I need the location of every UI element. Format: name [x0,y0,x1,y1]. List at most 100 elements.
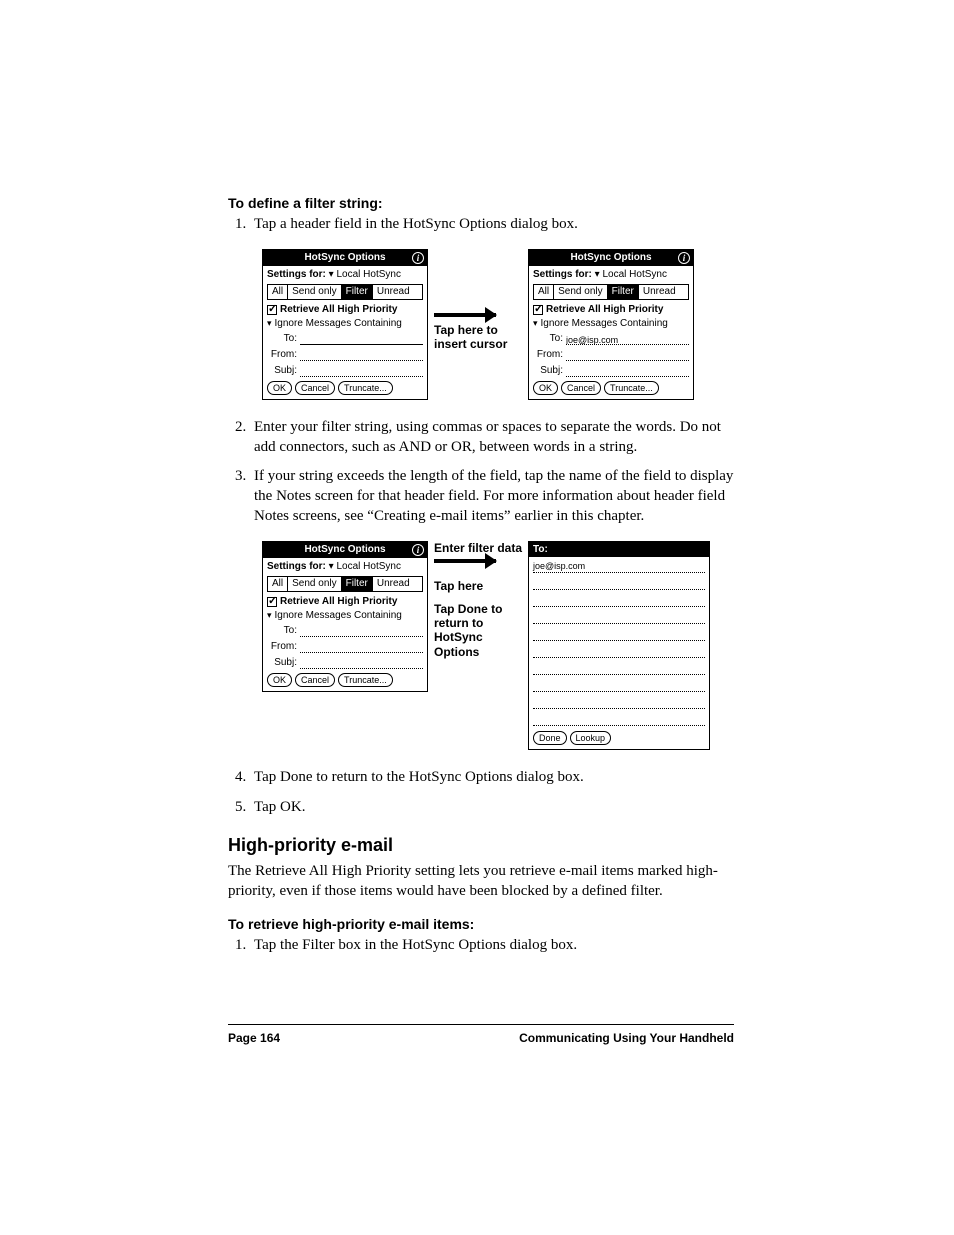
cancel-button[interactable]: Cancel [295,381,335,395]
tab-strip: All Send only Filter Unread [267,576,423,592]
info-icon[interactable]: i [412,252,424,264]
dropdown-triangle-icon[interactable]: ▾ [595,269,600,281]
cancel-button[interactable]: Cancel [295,673,335,687]
notes-line[interactable] [533,578,705,590]
section-title: Communicating Using Your Handheld [519,1031,734,1045]
palm-dialog-left: HotSync Options i Settings for: ▾ Local … [262,249,428,400]
dropdown-triangle-icon[interactable]: ▾ [329,269,334,281]
to-label[interactable]: To: [267,333,300,345]
tab-strip: All Send only Filter Unread [267,284,423,300]
tab-strip: All Send only Filter Unread [533,284,689,300]
dropdown-triangle-icon[interactable]: ▾ [329,561,334,573]
info-icon[interactable]: i [412,544,424,556]
tab-filter[interactable]: Filter [342,577,373,591]
tab-all[interactable]: All [534,285,554,299]
ok-button[interactable]: OK [533,381,558,395]
high-priority-paragraph: The Retrieve All High Priority setting l… [228,862,734,902]
retrieve-high-checkbox[interactable] [533,305,543,315]
tab-unread[interactable]: Unread [373,577,414,591]
tab-filter[interactable]: Filter [608,285,639,299]
to-label[interactable]: To: [533,333,566,345]
tab-send-only[interactable]: Send only [288,577,341,591]
from-field[interactable] [566,351,689,361]
step-2: Enter your filter string, using commas o… [250,418,734,458]
notes-line[interactable] [533,714,705,726]
dropdown-triangle-icon[interactable]: ▾ [533,318,538,329]
subj-field[interactable] [566,367,689,377]
page-number: Page 164 [228,1031,280,1045]
to-field[interactable] [300,627,423,637]
figure-1: HotSync Options i Settings for: ▾ Local … [262,249,734,400]
retrieve-high-checkbox[interactable] [267,305,277,315]
palm-dialog-right: HotSync Options i Settings for: ▾ Local … [528,249,694,400]
subj-label[interactable]: Subj: [533,365,566,377]
settings-value[interactable]: Local HotSync [336,561,400,572]
step-1: Tap a header field in the HotSync Option… [250,215,734,235]
from-label[interactable]: From: [267,349,300,361]
info-icon[interactable]: i [678,252,690,264]
notes-line[interactable] [533,646,705,658]
to-label[interactable]: To: [267,625,300,637]
to-field[interactable] [300,335,423,345]
cancel-button[interactable]: Cancel [561,381,601,395]
notes-line[interactable] [533,629,705,641]
step-5: Tap OK. [250,798,734,818]
step-4: Tap Done to return to the HotSync Option… [250,768,734,788]
callout-tap-done: Tap Done to return to HotSync Options [434,602,524,660]
page-footer: Page 164 Communicating Using Your Handhe… [228,1024,734,1045]
ignore-label[interactable]: Ignore Messages Containing [541,318,668,330]
notes-line[interactable] [533,595,705,607]
from-field[interactable] [300,351,423,361]
step-3: If your string exceeds the length of the… [250,467,734,526]
tab-send-only[interactable]: Send only [288,285,341,299]
callout-tap-here-2: Tap here [434,579,524,593]
palm-dialog-notes: HotSync Options i Settings for: ▾ Local … [262,541,428,692]
truncate-button[interactable]: Truncate... [338,673,393,687]
lookup-button[interactable]: Lookup [570,731,612,745]
notes-line[interactable] [533,663,705,675]
tab-unread[interactable]: Unread [373,285,414,299]
subj-field[interactable] [300,367,423,377]
notes-line[interactable] [533,612,705,624]
dropdown-triangle-icon[interactable]: ▾ [267,610,272,621]
retrieve-step-1: Tap the Filter box in the HotSync Option… [250,936,734,956]
done-button[interactable]: Done [533,731,567,745]
callout-enter-filter: Enter filter data [434,541,524,555]
from-label[interactable]: From: [533,349,566,361]
tab-all[interactable]: All [268,285,288,299]
tab-all[interactable]: All [268,577,288,591]
ok-button[interactable]: OK [267,673,292,687]
notes-line[interactable] [533,680,705,692]
to-field[interactable]: joe@isp.com [566,335,689,345]
palm-title: HotSync Options [570,252,651,264]
subj-label[interactable]: Subj: [267,365,300,377]
retrieve-high-label: Retrieve All High Priority [280,304,397,316]
ignore-label[interactable]: Ignore Messages Containing [275,610,402,622]
retrieve-high-checkbox[interactable] [267,597,277,607]
retrieve-high-label: Retrieve All High Priority [546,304,663,316]
settings-value[interactable]: Local HotSync [602,269,666,280]
from-field[interactable] [300,643,423,653]
notes-title: To: [529,542,709,557]
notes-panel: To: joe@isp.com Done Lookup [528,541,710,750]
subj-label[interactable]: Subj: [267,657,300,669]
from-label[interactable]: From: [267,641,300,653]
tab-send-only[interactable]: Send only [554,285,607,299]
settings-value[interactable]: Local HotSync [336,269,400,280]
ok-button[interactable]: OK [267,381,292,395]
notes-line[interactable] [533,697,705,709]
truncate-button[interactable]: Truncate... [338,381,393,395]
heading-define-filter: To define a filter string: [228,195,734,211]
ignore-label[interactable]: Ignore Messages Containing [275,318,402,330]
notes-value[interactable]: joe@isp.com [533,561,705,573]
tab-unread[interactable]: Unread [639,285,680,299]
palm-title: HotSync Options [304,252,385,264]
arrow-right-icon [434,559,496,563]
tab-filter[interactable]: Filter [342,285,373,299]
dropdown-triangle-icon[interactable]: ▾ [267,318,272,329]
arrow-right-icon [434,313,496,317]
truncate-button[interactable]: Truncate... [604,381,659,395]
subj-field[interactable] [300,659,423,669]
figure-2: HotSync Options i Settings for: ▾ Local … [262,541,734,750]
settings-for-label: Settings for: [533,269,592,280]
